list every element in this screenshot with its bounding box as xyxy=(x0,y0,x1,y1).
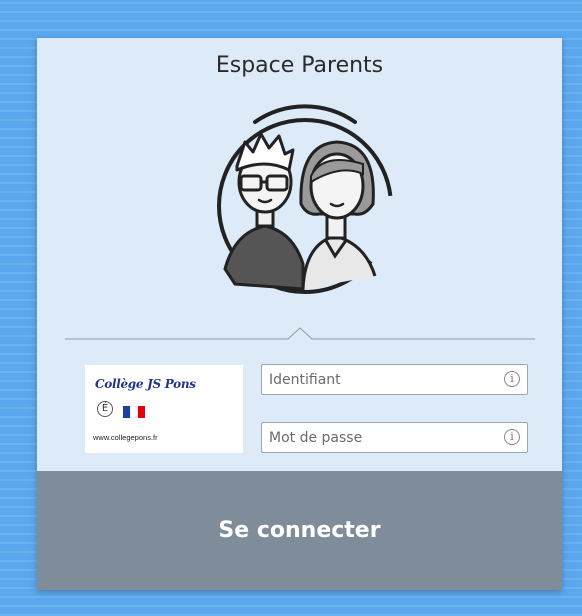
info-icon[interactable]: i xyxy=(504,429,520,445)
info-icon[interactable]: i xyxy=(504,371,520,387)
login-card: Espace Parents Collège JS Pons É www.col… xyxy=(37,38,562,590)
page-title: Espace Parents xyxy=(215,53,384,78)
password-input[interactable] xyxy=(262,423,499,452)
section-divider xyxy=(65,327,535,340)
school-logo: Collège JS Pons É www.collegepons.fr xyxy=(85,365,243,453)
password-field-wrapper: i xyxy=(261,422,528,453)
school-logo-name: Collège JS Pons xyxy=(95,377,196,391)
school-website: www.collegepons.fr xyxy=(93,433,158,442)
username-field-wrapper: i xyxy=(261,364,528,395)
parents-avatar-icon xyxy=(217,104,393,294)
login-button[interactable]: Se connecter xyxy=(37,471,562,590)
education-badge-icon: É xyxy=(97,401,113,417)
french-flag-icon xyxy=(123,403,145,418)
username-input[interactable] xyxy=(262,365,499,394)
